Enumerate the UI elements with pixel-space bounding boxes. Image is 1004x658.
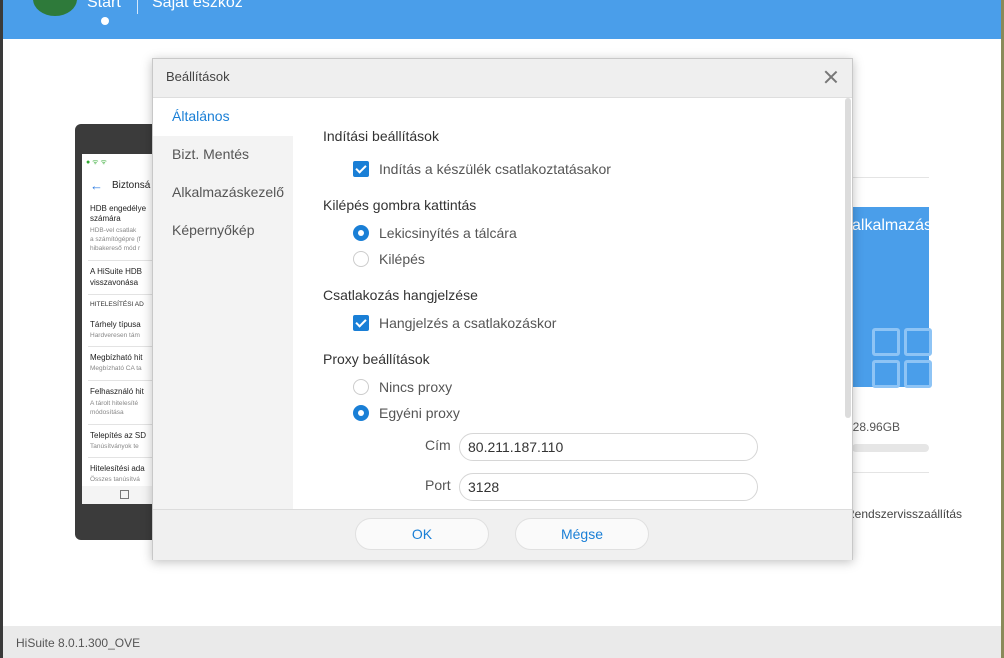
back-arrow-icon: ← <box>90 178 103 193</box>
quit-radio[interactable] <box>353 251 369 267</box>
storage-bar <box>852 444 929 452</box>
top-bar: Start Saját eszköz <box>3 0 1001 39</box>
no-proxy-label: Nincs proxy <box>379 379 453 395</box>
window-border-left <box>0 0 3 658</box>
divider <box>852 177 929 178</box>
proxy-address-input[interactable] <box>459 433 758 461</box>
app-manager-card-label: alkalmazás <box>852 217 933 234</box>
phone-item-sub: Tanúsítványok te <box>90 443 139 450</box>
sidebar-item-backup[interactable]: Bizt. Mentés <box>153 136 293 174</box>
divider <box>88 346 160 347</box>
divider <box>88 424 160 425</box>
divider <box>88 294 160 295</box>
sidebar-item-label: Általános <box>172 108 230 124</box>
settings-sidebar: Általános Bizt. Mentés Alkalmazáskezelő … <box>153 98 293 509</box>
divider <box>88 260 160 261</box>
dialog-header: Beállítások <box>153 59 852 98</box>
divider <box>852 472 929 473</box>
hisuite-logo-icon <box>33 0 77 16</box>
phone-item-label: Felhasználó hit <box>90 387 144 396</box>
launch-on-connect-label: Indítás a készülék csatlakoztatásakor <box>379 161 611 177</box>
launch-on-connect-checkbox[interactable] <box>353 161 369 177</box>
proxy-address-label: Cím <box>425 437 451 453</box>
grid-icon <box>904 360 932 388</box>
phone-section-head: HITELESÍTÉSI AD <box>90 301 144 308</box>
phone-item-label: számára <box>90 214 121 223</box>
system-restore-link[interactable]: Rendszervisszaállítás <box>846 507 962 521</box>
proxy-port-label: Port <box>425 477 451 493</box>
status-footer: HiSuite 8.0.1.300_OVE <box>3 626 1001 658</box>
sidebar-item-label: Alkalmazáskezelő <box>172 184 285 200</box>
ok-button[interactable]: OK <box>355 518 489 550</box>
version-label: HiSuite 8.0.1.300_OVE <box>16 636 141 650</box>
minimize-to-tray-radio[interactable] <box>353 225 369 241</box>
custom-proxy-radio[interactable] <box>353 405 369 421</box>
divider <box>88 380 160 381</box>
sidebar-item-app-manager[interactable]: Alkalmazáskezelő <box>153 174 293 212</box>
startup-section-title: Indítási beállítások <box>323 128 439 144</box>
dialog-scrollbar[interactable] <box>845 98 851 418</box>
sidebar-item-label: Képernyőkép <box>172 222 255 238</box>
connect-beep-label: Hangjelzés a csatlakozáskor <box>379 315 557 331</box>
phone-item-label: Megbízható hit <box>90 353 143 362</box>
phone-item-sub: Megbízható CA ta <box>90 365 142 372</box>
divider <box>88 457 160 458</box>
cancel-button[interactable]: Mégse <box>515 518 649 550</box>
connect-beep-checkbox[interactable] <box>353 315 369 331</box>
dialog-footer: OK Mégse <box>153 509 852 560</box>
custom-proxy-label: Egyéni proxy <box>379 405 460 421</box>
phone-item-label: Tárhely típusa <box>90 320 141 329</box>
sidebar-item-general[interactable]: Általános <box>153 98 293 136</box>
exit-section-title: Kilépés gombra kattintás <box>323 197 477 213</box>
close-icon[interactable] <box>821 67 841 87</box>
proxy-section-title: Proxy beállítások <box>323 351 430 367</box>
no-proxy-radio[interactable] <box>353 379 369 395</box>
grid-icon <box>872 360 900 388</box>
settings-dialog: Beállítások Általános Bizt. Mentés Alkal… <box>152 58 853 560</box>
sidebar-item-screenshot[interactable]: Képernyőkép <box>153 212 293 250</box>
phone-item-sub: Hardveresen tám <box>90 332 140 339</box>
phone-item-sub: HDB-vel csatlak <box>90 227 137 234</box>
nav-my-device[interactable]: Saját eszköz <box>152 0 243 12</box>
phone-item-sub: A tárolt hitelesíté <box>90 400 139 407</box>
grid-icon <box>872 328 900 356</box>
quit-label: Kilépés <box>379 251 425 267</box>
phone-item-label: Hitelesítési ada <box>90 464 145 473</box>
phone-item-sub: Összes tanúsítvá <box>90 476 140 483</box>
phone-item-label: A HiSuite HDB <box>90 267 143 276</box>
phone-screen: ● ᯤ ᯤ ← Biztonsá HDB engedélye számára H… <box>82 154 160 504</box>
phone-item-sub: a számítógépre (f <box>90 236 141 243</box>
dialog-title: Beállítások <box>166 69 230 84</box>
nav-separator <box>137 0 138 14</box>
nav-active-indicator <box>101 17 109 25</box>
phone-status-icons: ● ᯤ ᯤ <box>86 159 107 166</box>
phone-item-label: visszavonása <box>90 278 139 287</box>
nav-start[interactable]: Start <box>87 0 121 12</box>
storage-text: / 28.96GB <box>846 420 901 434</box>
sound-section-title: Csatlakozás hangjelzése <box>323 287 478 303</box>
phone-item-label: Telepítés az SD <box>90 431 147 440</box>
minimize-to-tray-label: Lekicsinyítés a tálcára <box>379 225 517 241</box>
phone-item-sub: hibakereső mód r <box>90 245 141 252</box>
sidebar-item-label: Bizt. Mentés <box>172 146 250 162</box>
phone-item-label: HDB engedélye <box>90 204 147 213</box>
phone-screen-title: Biztonsá <box>112 180 151 191</box>
grid-icon <box>904 328 932 356</box>
proxy-port-input[interactable] <box>459 473 758 501</box>
phone-nav-bar <box>82 486 160 504</box>
home-square-icon <box>120 490 129 499</box>
phone-item-sub: módosítása <box>90 409 124 416</box>
